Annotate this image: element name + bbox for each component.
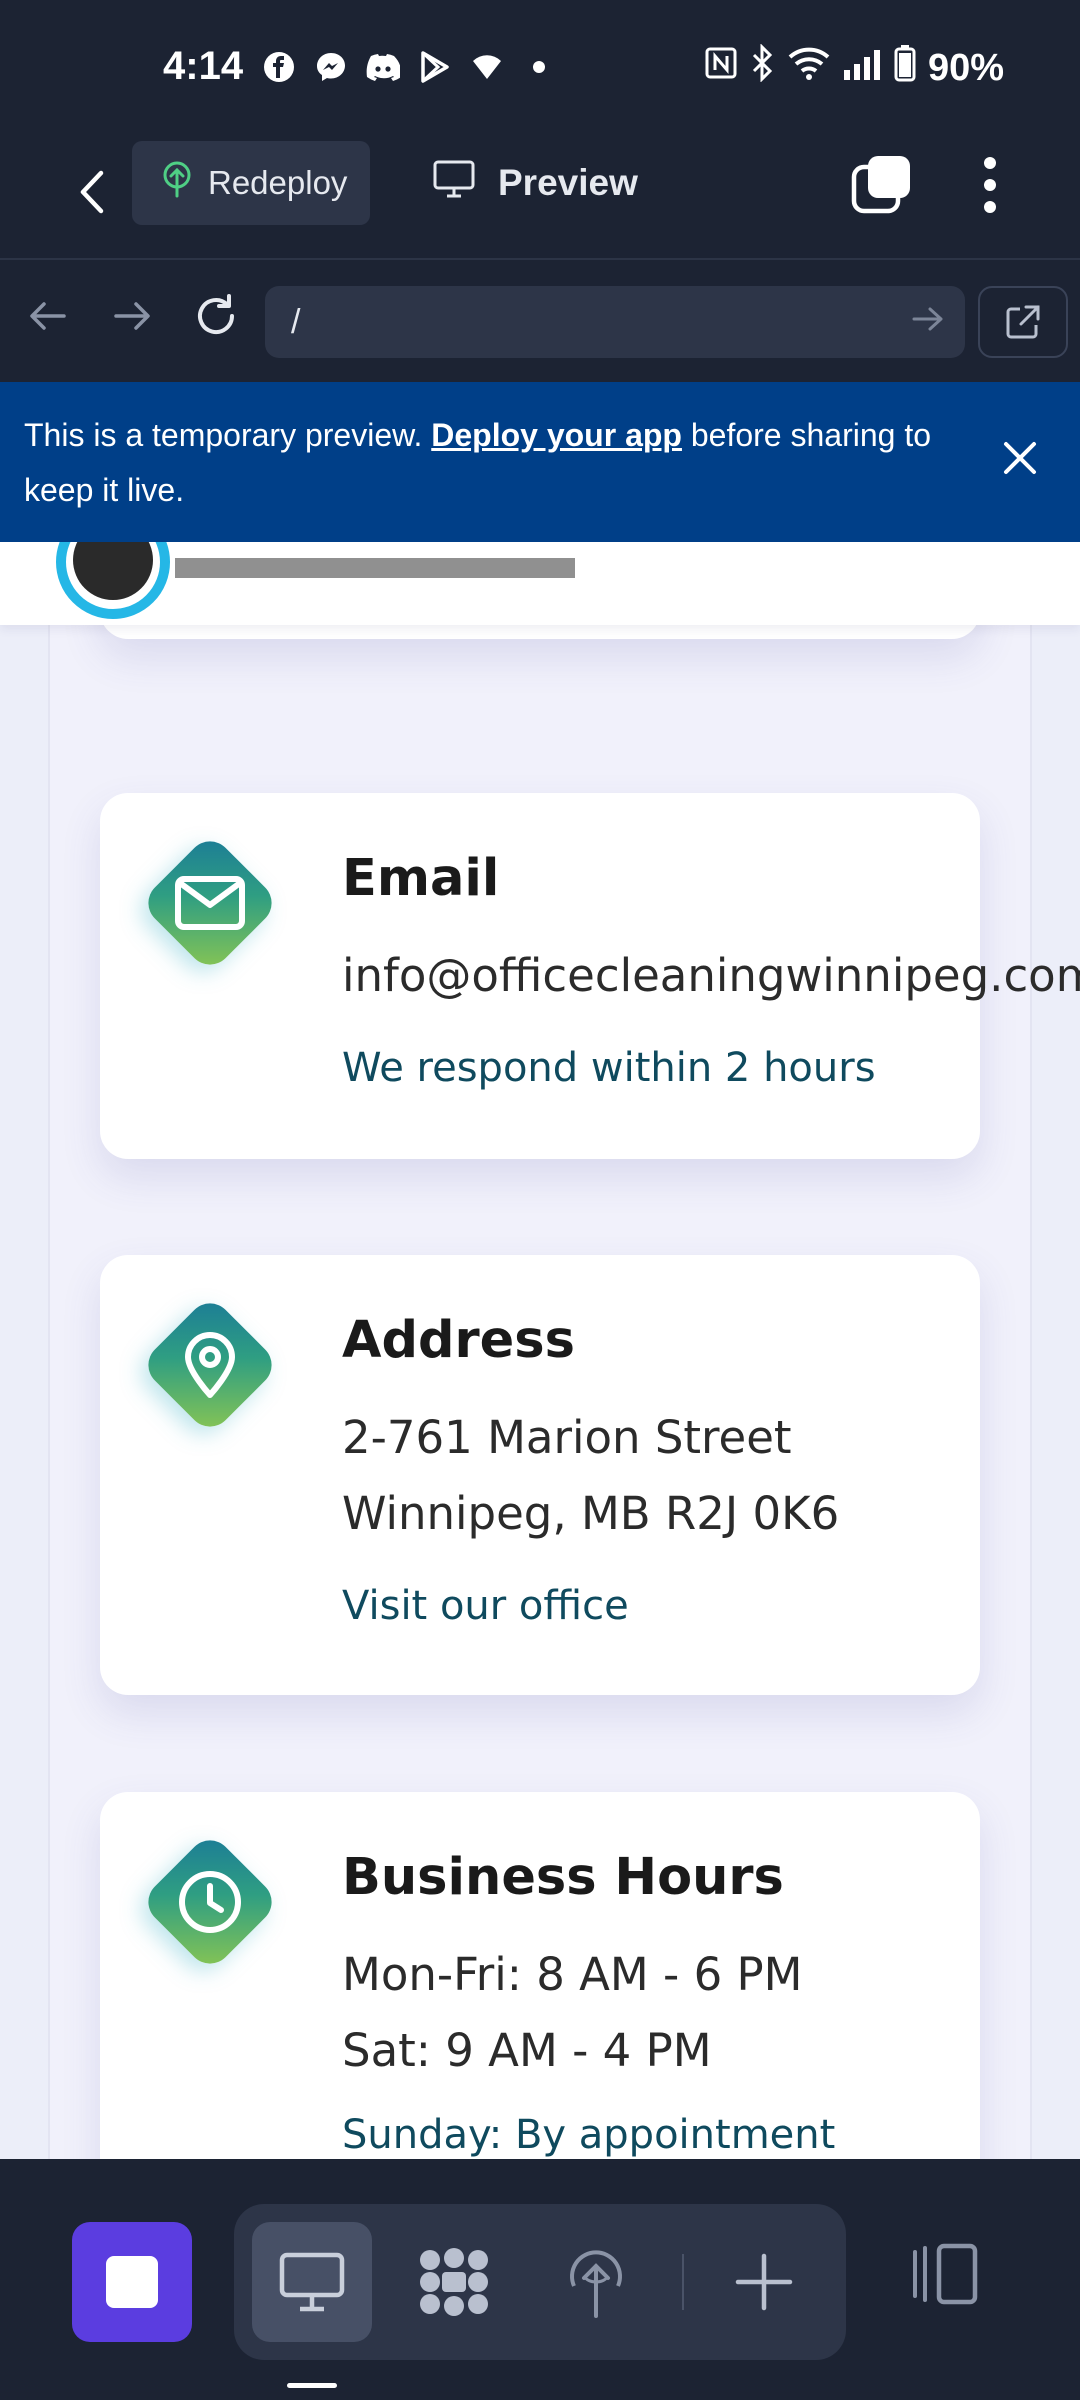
site-header	[0, 542, 1080, 625]
go-arrow-icon[interactable]	[911, 304, 945, 343]
redeploy-label: Redeploy	[208, 164, 348, 201]
deploy-icon	[570, 2250, 622, 2318]
reload-button[interactable]	[190, 290, 242, 342]
company-logo[interactable]	[55, 542, 595, 625]
banner-message: This is a temporary preview. Deploy your…	[24, 408, 944, 518]
redeploy-button[interactable]: Redeploy	[132, 141, 370, 225]
webpage-viewport[interactable]: Email info@officecleaningwinnipeg.com We…	[0, 542, 1080, 2159]
workspace-button[interactable]	[72, 2222, 192, 2342]
tabs-button[interactable]	[850, 153, 914, 217]
puzzle-cluster-icon	[420, 2248, 488, 2316]
preview-tool-button[interactable]	[252, 2222, 372, 2342]
email-card: Email info@officecleaningwinnipeg.com We…	[100, 793, 1080, 1159]
divider	[682, 2254, 684, 2310]
vpn-icon	[468, 48, 506, 86]
bottom-toolbar	[0, 2159, 1080, 2400]
integrations-tool-button[interactable]	[394, 2222, 514, 2342]
close-icon	[1004, 442, 1036, 474]
close-banner-button[interactable]	[1000, 438, 1040, 478]
battery-percent: 90%	[927, 46, 1004, 89]
open-external-button[interactable]	[978, 286, 1068, 358]
dot-icon	[984, 179, 996, 191]
tabs-icon	[851, 156, 910, 214]
system-status: 90%	[704, 43, 1004, 92]
banner-text: This is a temporary preview.	[24, 417, 432, 453]
address-line-1: 2-761 Marion Street	[342, 1411, 792, 1464]
preview-label: Preview	[498, 162, 638, 203]
bluetooth-icon	[750, 43, 776, 92]
email-icon-badge	[139, 832, 281, 974]
side-panel-icon	[913, 2243, 978, 2305]
hours-title: Business Hours	[342, 1848, 784, 1907]
status-time: 4:14	[163, 44, 244, 88]
play-store-icon	[416, 48, 454, 86]
dot-icon	[520, 48, 558, 86]
panel-toggle-button[interactable]	[900, 2229, 990, 2319]
email-address[interactable]: info@officecleaningwinnipeg.com	[342, 949, 1080, 1002]
deploy-app-link[interactable]: Deploy your app	[431, 417, 682, 453]
square-icon	[106, 2256, 158, 2308]
reload-icon	[198, 294, 234, 334]
email-title: Email	[342, 849, 500, 908]
plus-icon	[735, 2253, 793, 2311]
visit-office-link[interactable]: Visit our office	[342, 1583, 629, 1629]
mail-icon	[175, 876, 245, 930]
messenger-icon	[312, 48, 350, 86]
preview-tab[interactable]: Preview	[432, 141, 638, 225]
monitor-icon	[432, 159, 476, 208]
app-toolbar: Redeploy Preview	[0, 135, 1080, 260]
chevron-left-icon	[80, 170, 104, 214]
overflow-menu-button[interactable]	[970, 153, 1010, 217]
hours-saturday: Sat: 9 AM - 4 PM	[342, 2024, 712, 2077]
signal-icon	[842, 47, 882, 90]
clock-icon	[179, 1871, 241, 1933]
gesture-bar	[287, 2383, 337, 2388]
arrow-right-icon	[114, 302, 150, 330]
tool-group	[234, 2204, 846, 2360]
hours-icon-badge	[139, 1831, 281, 1973]
url-bar[interactable]: /	[265, 286, 965, 358]
address-title: Address	[342, 1311, 575, 1370]
add-tool-button[interactable]	[704, 2222, 824, 2342]
address-line-2: Winnipeg, MB R2J 0K6	[342, 1487, 840, 1540]
email-response-note: We respond within 2 hours	[342, 1045, 876, 1091]
monitor-icon	[279, 2252, 345, 2312]
url-text: /	[291, 302, 301, 341]
contact-section: Email info@officecleaningwinnipeg.com We…	[48, 542, 1080, 2159]
arrow-left-icon	[30, 302, 66, 330]
status-bar: 4:14 90%	[0, 0, 1080, 135]
address-icon-badge	[139, 1294, 281, 1436]
notification-icons	[260, 48, 558, 86]
discord-icon	[364, 48, 402, 86]
dot-icon	[984, 157, 996, 169]
dot-icon	[984, 201, 996, 213]
hours-weekday: Mon-Fri: 8 AM - 6 PM	[342, 1948, 803, 2001]
back-button[interactable]	[60, 160, 124, 224]
battery-icon	[894, 44, 916, 92]
business-hours-card: Business Hours Mon-Fri: 8 AM - 6 PM Sat:…	[100, 1792, 980, 2159]
location-pin-icon	[185, 1332, 235, 1398]
browser-forward-button[interactable]	[106, 290, 158, 342]
browser-back-button[interactable]	[22, 290, 74, 342]
facebook-icon	[260, 48, 298, 86]
wifi-icon	[788, 46, 830, 90]
redeploy-icon	[160, 160, 194, 206]
deploy-tool-button[interactable]	[536, 2222, 656, 2342]
address-card: Address 2-761 Marion Street Winnipeg, MB…	[100, 1255, 980, 1695]
hours-sunday: Sunday: By appointment	[342, 2112, 836, 2158]
browser-bar: /	[0, 262, 1080, 382]
temporary-preview-banner: This is a temporary preview. Deploy your…	[0, 382, 1080, 542]
nfc-icon	[704, 46, 738, 90]
external-link-icon	[1006, 305, 1040, 339]
